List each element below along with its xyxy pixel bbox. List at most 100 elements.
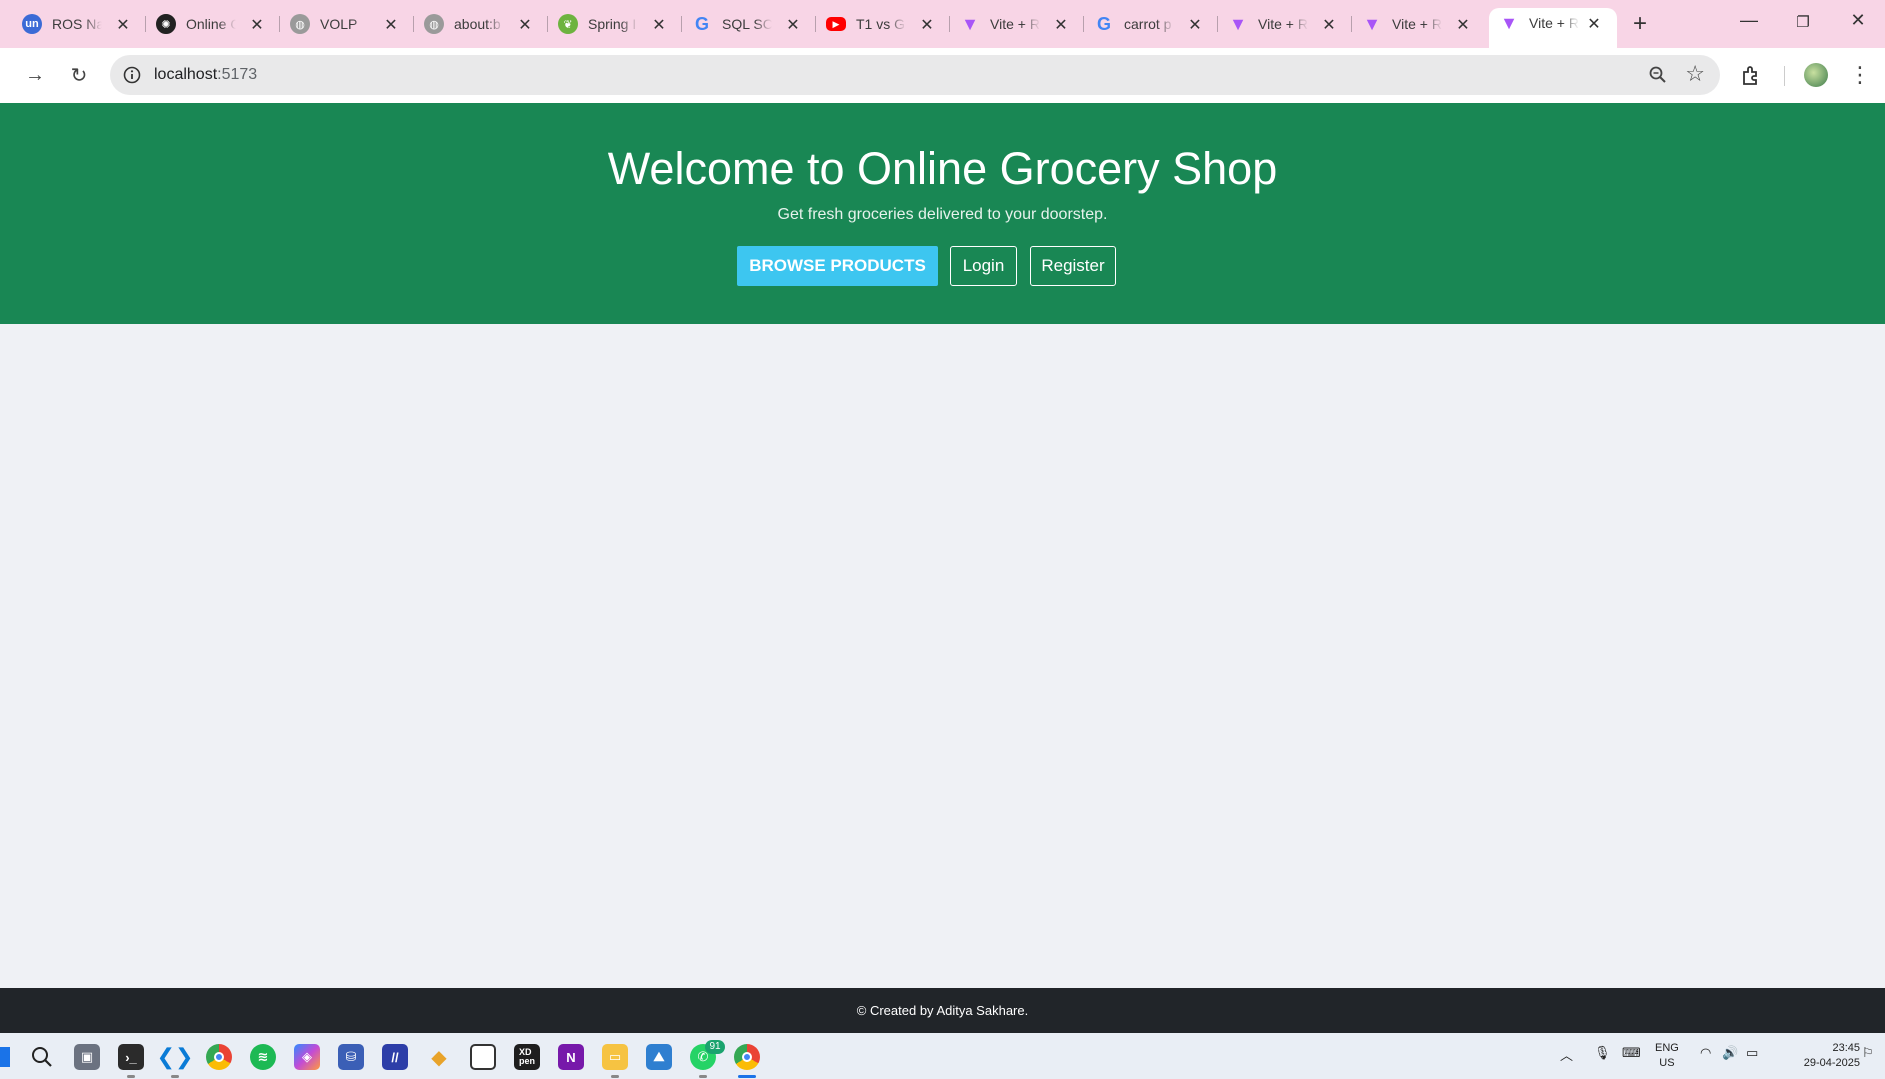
microphone-icon[interactable]: 🎙	[1594, 1045, 1611, 1061]
running-indicator	[699, 1075, 707, 1078]
tab-close-icon[interactable]: ✕	[382, 15, 400, 35]
start-icon[interactable]	[0, 1047, 10, 1067]
tab-title: about:b	[454, 16, 501, 32]
language-indicator[interactable]: ENG US	[1655, 1041, 1679, 1071]
url-host: localhost	[154, 66, 218, 83]
browser-tab[interactable]: ▼ Vite + R ✕	[1340, 9, 1486, 39]
search-icon[interactable]	[30, 1045, 54, 1069]
address-bar[interactable]: localhost:5173 ☆	[110, 55, 1720, 95]
active-indicator	[738, 1075, 756, 1078]
copilot-icon[interactable]: ◈	[294, 1044, 320, 1070]
running-indicator	[611, 1075, 619, 1078]
browser-tab[interactable]: G SQL SC ✕	[670, 9, 816, 39]
tab-title: T1 vs G	[856, 16, 906, 32]
browser-tab[interactable]: ▼ Vite + R ✕	[938, 9, 1084, 39]
azure-icon[interactable]: //	[382, 1044, 408, 1070]
tab-title: Spring I	[588, 16, 637, 32]
menu-kebab-icon[interactable]: ⋮	[1845, 60, 1875, 90]
tab-close-icon[interactable]: ✕	[1454, 15, 1472, 35]
git-icon[interactable]: ◆	[426, 1044, 452, 1070]
tab-title: Vite + R	[1392, 16, 1442, 32]
tab-close-icon[interactable]: ✕	[650, 15, 668, 35]
notification-icon[interactable]: ⚐	[1862, 1045, 1874, 1061]
forward-icon[interactable]: →	[20, 60, 50, 90]
language-region: US	[1659, 1057, 1675, 1069]
main-content-area	[0, 324, 1885, 988]
tab-title: ROS Na	[52, 16, 102, 32]
spring-icon: ❦	[558, 14, 578, 34]
browser-tab[interactable]: ◍ VOLP ✕	[268, 9, 414, 39]
wifi-icon[interactable]: ◠	[1700, 1045, 1711, 1061]
xd-pen-icon[interactable]: XD pen	[514, 1044, 540, 1070]
google-icon: G	[694, 13, 709, 34]
onenote-icon[interactable]: N	[558, 1044, 584, 1070]
zoom-icon[interactable]	[1648, 65, 1668, 85]
tab-close-icon[interactable]: ✕	[1052, 15, 1070, 35]
tab-close-icon[interactable]: ✕	[918, 15, 936, 35]
minimize-icon[interactable]: —	[1734, 10, 1764, 31]
vite-icon: ▼	[1229, 13, 1247, 34]
battery-icon[interactable]: ▭	[1746, 1045, 1758, 1061]
window-app-icon[interactable]	[470, 1044, 496, 1070]
network-app-icon[interactable]: ⛁	[338, 1044, 364, 1070]
close-window-icon[interactable]: ✕	[1843, 10, 1873, 31]
browser-tab[interactable]: G carrot p ✕	[1072, 9, 1218, 39]
photos-icon[interactable]: ⛰	[646, 1044, 672, 1070]
restore-icon[interactable]: ❐	[1788, 13, 1818, 31]
globe-icon: ◍	[424, 14, 444, 34]
language-code: ENG	[1655, 1042, 1679, 1054]
bookmark-star-icon[interactable]: ☆	[1685, 61, 1705, 87]
clock-time: 23:45	[1832, 1042, 1860, 1054]
file-explorer-icon[interactable]: ▭	[602, 1044, 628, 1070]
google-icon: G	[1096, 13, 1111, 34]
login-button[interactable]: Login	[950, 246, 1017, 286]
vscode-icon[interactable]: ❮❯	[157, 1044, 194, 1070]
extensions-icon[interactable]	[1736, 60, 1766, 90]
address-url[interactable]: localhost:5173	[154, 66, 257, 84]
tab-close-icon[interactable]: ✕	[1585, 14, 1603, 34]
windows-taskbar: ▣ ›_ ❮❯ ≋ ◈ ⛁ // ◆ XD pen N ▭ ⛰ ✆ 91 ︿ 🎙 …	[0, 1033, 1885, 1079]
tray-overflow-icon[interactable]: ︿	[1560, 1045, 1573, 1064]
browser-tab-strip: un ROS Na ✕ ✺ Online G ✕ ◍ VOLP ✕ ◍ abou…	[0, 0, 1885, 48]
task-view-icon[interactable]: ▣	[74, 1044, 100, 1070]
browser-tab[interactable]: ❦ Spring I ✕	[536, 9, 682, 39]
browser-tab-active[interactable]: ▼ Vite + R ✕	[1489, 8, 1617, 48]
site-info-icon[interactable]	[122, 65, 142, 85]
running-indicator	[171, 1075, 179, 1078]
tab-close-icon[interactable]: ✕	[784, 15, 802, 35]
tab-close-icon[interactable]: ✕	[114, 15, 132, 35]
reload-icon[interactable]: ↻	[64, 60, 94, 90]
avatar	[1804, 63, 1828, 87]
vite-icon: ▼	[1500, 12, 1518, 33]
keyboard-icon[interactable]: ⌨	[1622, 1045, 1641, 1061]
tab-close-icon[interactable]: ✕	[516, 15, 534, 35]
tab-close-icon[interactable]: ✕	[1320, 15, 1338, 35]
register-button[interactable]: Register	[1030, 246, 1116, 286]
browser-tab[interactable]: ✺ Online G ✕	[134, 9, 280, 39]
new-tab-button[interactable]: +	[1628, 10, 1652, 38]
hero-title: Welcome to Online Grocery Shop	[607, 143, 1278, 194]
hero-section: Welcome to Online Grocery Shop Get fresh…	[0, 103, 1885, 324]
browse-products-button[interactable]: BROWSE PRODUCTS	[737, 246, 938, 286]
browser-tab[interactable]: ▶ T1 vs G ✕	[804, 9, 950, 39]
tab-title: Vite + R	[1529, 15, 1579, 31]
system-clock[interactable]: 23:45 29-04-2025	[1770, 1041, 1860, 1071]
chrome-icon[interactable]	[206, 1044, 232, 1070]
url-port: :5173	[217, 66, 258, 83]
clock-date: 29-04-2025	[1803, 1057, 1860, 1069]
tab-favicon: un	[22, 14, 42, 34]
volume-icon[interactable]: 🔊	[1722, 1045, 1738, 1061]
vite-icon: ▼	[1363, 13, 1381, 34]
globe-icon: ◍	[290, 14, 310, 34]
profile-avatar-icon[interactable]	[1801, 60, 1831, 90]
browser-toolbar: → ↻ localhost:5173 ☆ ⋮	[0, 48, 1885, 103]
browser-tab[interactable]: un ROS Na ✕	[0, 9, 146, 39]
tab-title: VOLP	[320, 16, 358, 32]
spotify-icon[interactable]: ≋	[250, 1044, 276, 1070]
tab-close-icon[interactable]: ✕	[1186, 15, 1204, 35]
terminal-icon[interactable]: ›_	[118, 1044, 144, 1070]
chrome-active-icon[interactable]	[734, 1044, 760, 1070]
browser-tab[interactable]: ◍ about:b ✕	[402, 9, 548, 39]
browser-tab[interactable]: ▼ Vite + R ✕	[1206, 9, 1352, 39]
tab-close-icon[interactable]: ✕	[248, 15, 266, 35]
